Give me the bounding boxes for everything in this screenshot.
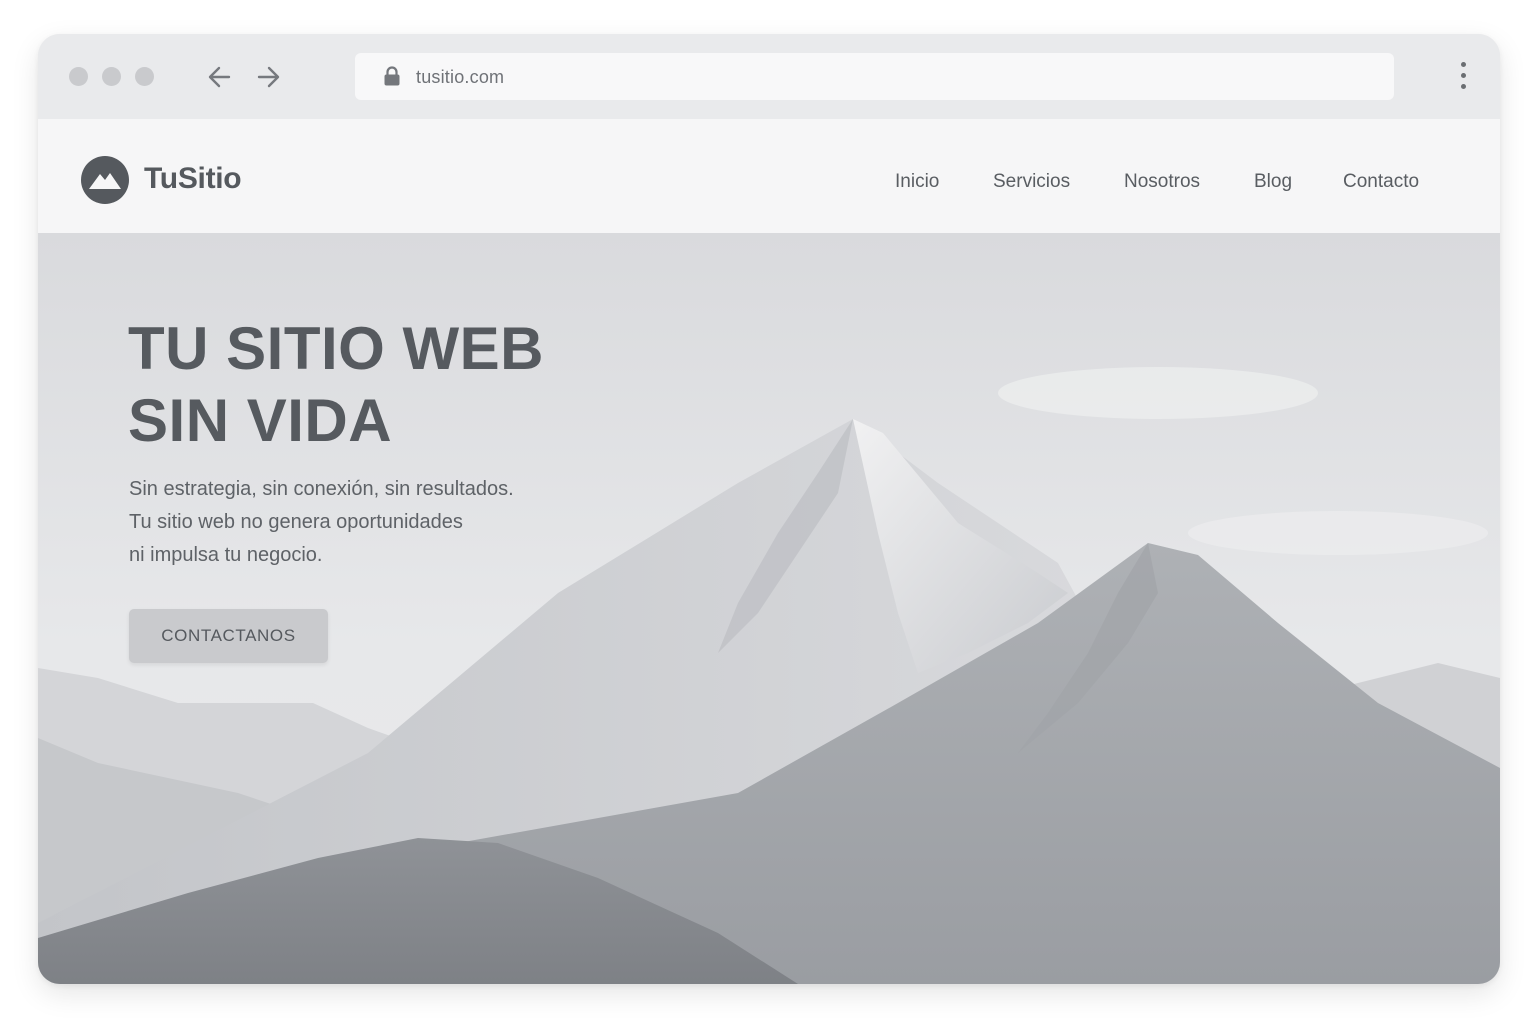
more-vertical-icon[interactable]	[1456, 62, 1470, 94]
back-arrow-icon[interactable]	[205, 62, 235, 92]
window-maximize-dot[interactable]	[135, 67, 154, 86]
hero-subtitle-line: Sin estrategia, sin conexión, sin result…	[129, 478, 514, 500]
hero-title-line: TU SITIO WEB	[128, 315, 544, 382]
lock-icon	[384, 66, 400, 86]
hero-section: TU SITIO WEB SIN VIDA Sin estrategia, si…	[38, 233, 1500, 984]
address-bar[interactable]: tusitio.com	[355, 53, 1394, 100]
browser-window: tusitio.com TuSitio Inicio Servicios Nos…	[38, 34, 1500, 984]
url-text: tusitio.com	[416, 67, 505, 87]
site-header: TuSitio Inicio Servicios Nosotros Blog C…	[38, 119, 1500, 233]
nav-item-contacto[interactable]: Contacto	[1343, 171, 1419, 193]
logo-text[interactable]: TuSitio	[144, 162, 242, 196]
hero-subtitle-line: Tu sitio web no genera oportunidades	[129, 511, 463, 533]
nav-item-inicio[interactable]: Inicio	[895, 171, 939, 193]
forward-arrow-icon[interactable]	[253, 62, 283, 92]
nav-item-blog[interactable]: Blog	[1254, 171, 1292, 193]
mountain-logo-icon[interactable]	[80, 155, 130, 205]
hero-title-line: SIN VIDA	[128, 387, 393, 454]
browser-toolbar: tusitio.com	[38, 34, 1500, 119]
window-close-dot[interactable]	[69, 67, 88, 86]
hero-title: TU SITIO WEB SIN VIDA	[128, 313, 544, 457]
nav-item-servicios[interactable]: Servicios	[993, 171, 1070, 193]
contact-button[interactable]: CONTACTANOS	[129, 609, 328, 663]
hero-subtitle: Sin estrategia, sin conexión, sin result…	[129, 473, 514, 572]
nav-item-nosotros[interactable]: Nosotros	[1124, 171, 1200, 193]
window-minimize-dot[interactable]	[102, 67, 121, 86]
hero-subtitle-line: ni impulsa tu negocio.	[129, 544, 323, 566]
